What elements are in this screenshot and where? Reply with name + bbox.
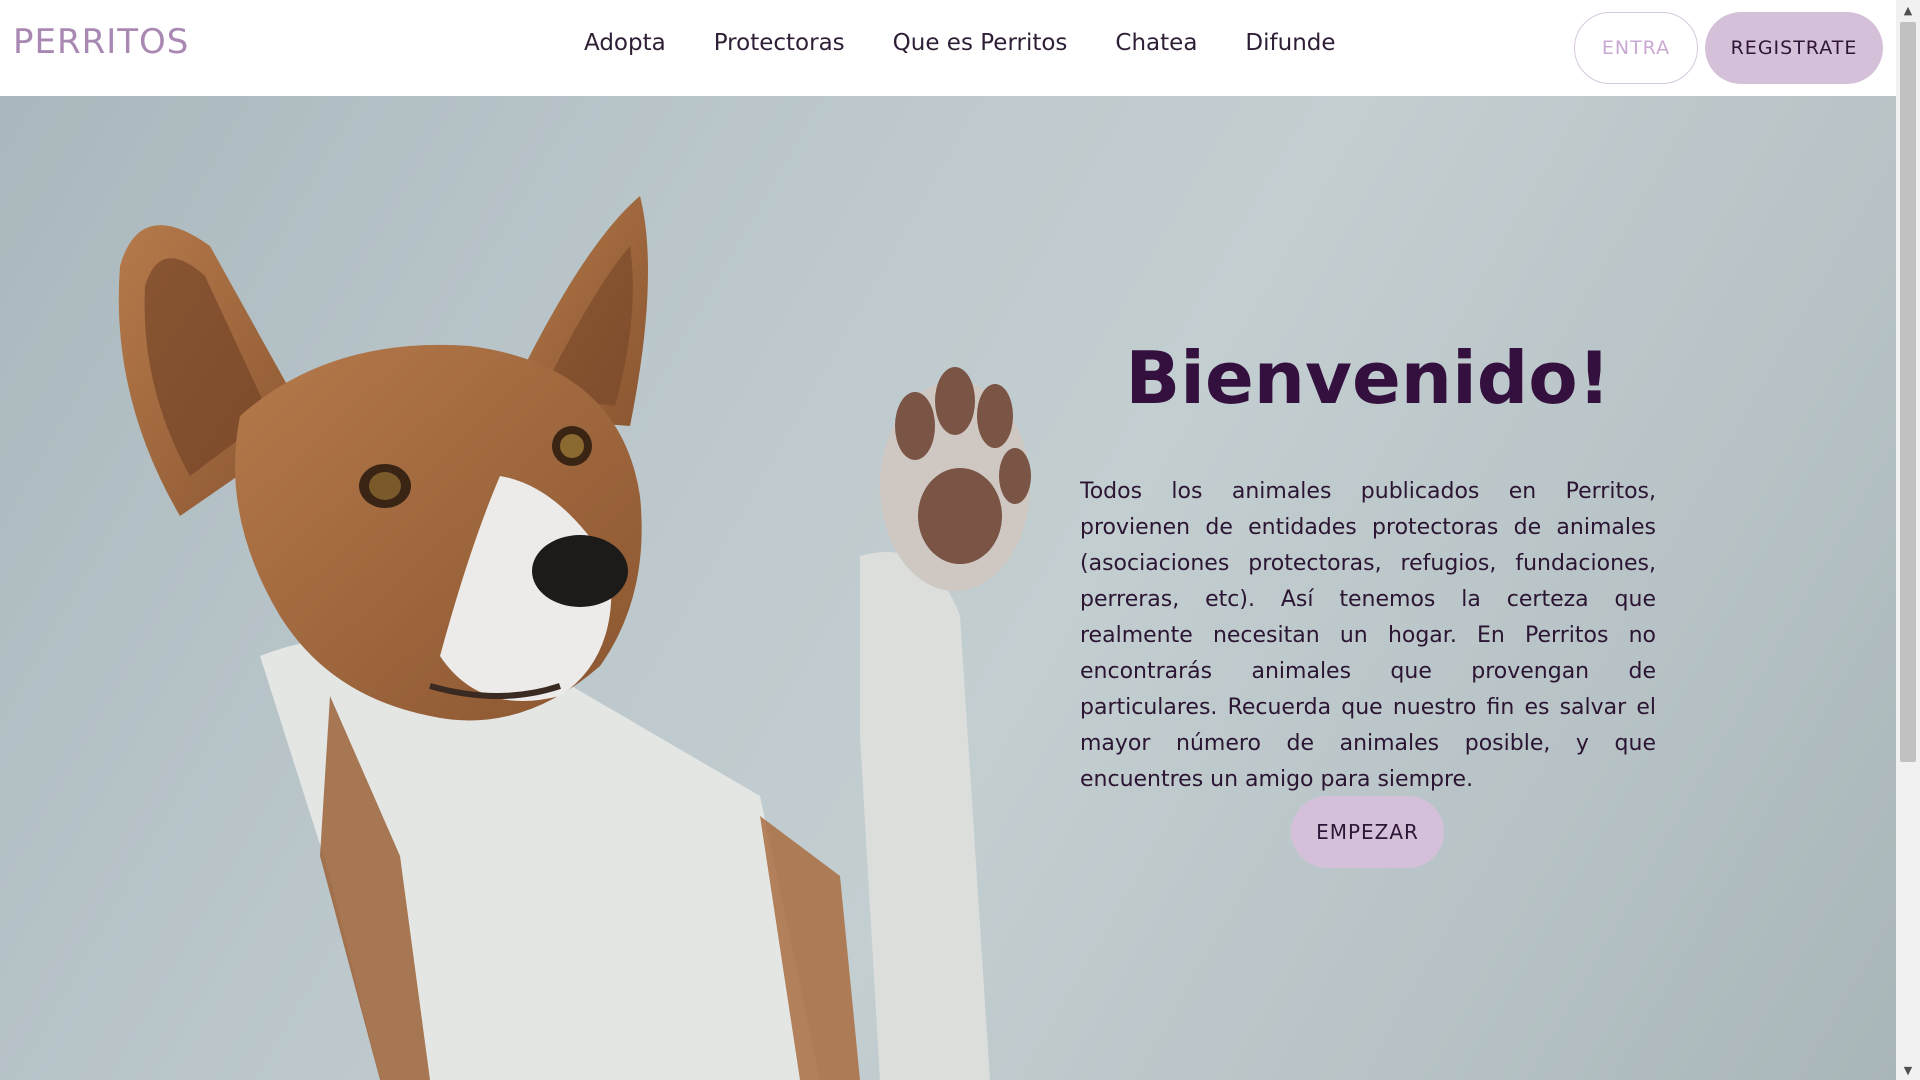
vertical-scrollbar[interactable]: ▲ ▼: [1896, 0, 1920, 1080]
nav-link-chatea[interactable]: Chatea: [1115, 30, 1197, 56]
site-header: PERRITOS Adopta Protectoras Que es Perri…: [0, 0, 1896, 96]
welcome-title: Bienvenido!: [1125, 336, 1611, 420]
site-logo[interactable]: PERRITOS: [13, 22, 189, 62]
nav-link-protectoras[interactable]: Protectoras: [714, 30, 845, 56]
scrollbar-thumb[interactable]: [1900, 22, 1916, 762]
nav-link-adopta[interactable]: Adopta: [584, 30, 666, 56]
scroll-down-arrow-icon[interactable]: ▼: [1896, 1060, 1920, 1080]
start-button[interactable]: EMPEZAR: [1291, 796, 1444, 868]
nav-link-difunde[interactable]: Difunde: [1245, 30, 1335, 56]
scroll-up-arrow-icon[interactable]: ▲: [1896, 0, 1920, 20]
dog-waving-paw-image: [118, 196, 1031, 1080]
main-nav: Adopta Protectoras Que es Perritos Chate…: [584, 30, 1384, 56]
login-button[interactable]: ENTRA: [1574, 12, 1698, 84]
intro-paragraph: Todos los animales publicados en Perrito…: [1080, 479, 1656, 792]
register-button[interactable]: REGISTRATE: [1705, 12, 1883, 84]
hero-section: Bienvenido! Todos los animales publicado…: [0, 96, 1896, 1080]
nav-link-que-es-perritos[interactable]: Que es Perritos: [893, 30, 1068, 56]
